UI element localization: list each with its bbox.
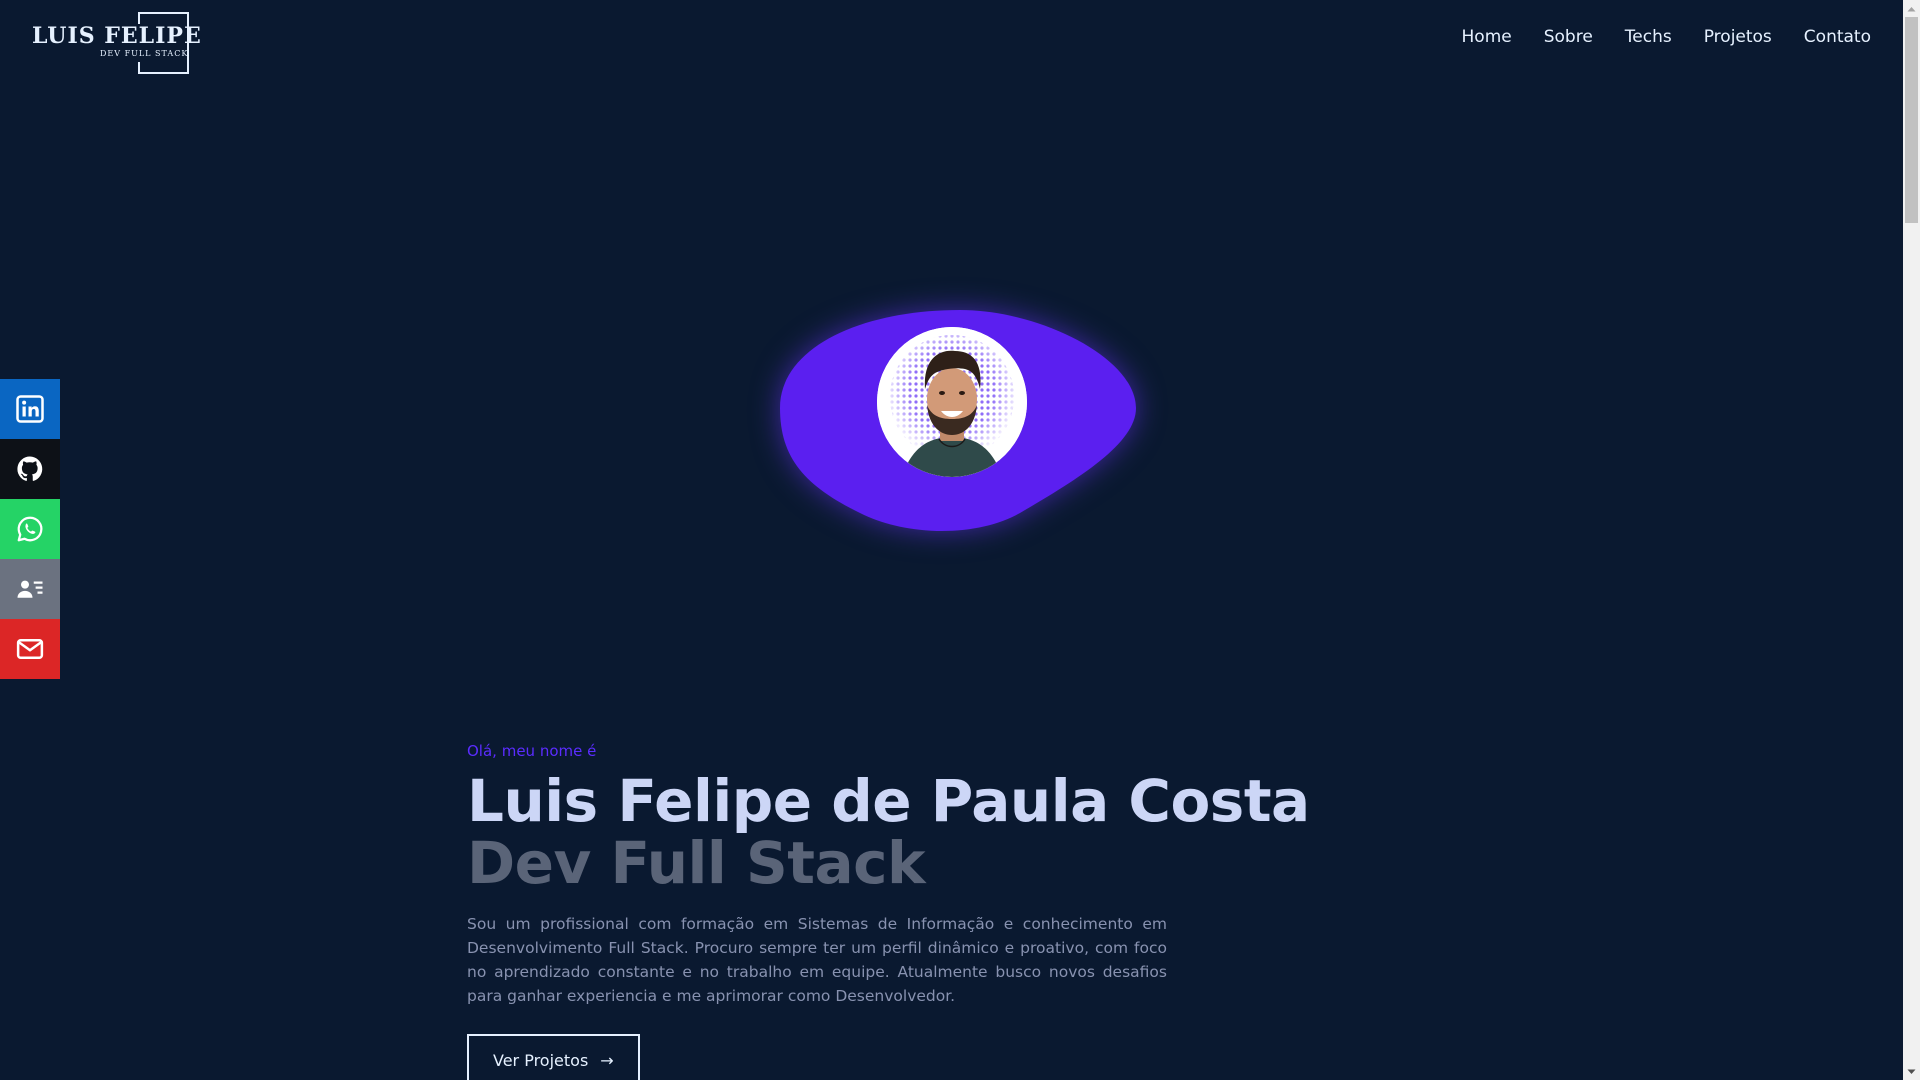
- scroll-up-icon[interactable]: [1903, 0, 1920, 17]
- hero-name: Luis Felipe de Paula Costa: [467, 767, 1310, 835]
- avatar-portrait: [877, 327, 1027, 477]
- ver-projetos-button[interactable]: Ver Projetos →: [467, 1034, 640, 1080]
- hero-intro: Olá, meu nome é Luis Felipe de Paula Cos…: [467, 742, 1310, 1080]
- logo[interactable]: LUIS FELIPE DEV FULL STACK: [32, 12, 201, 74]
- social-email[interactable]: [0, 619, 60, 679]
- scrollbar[interactable]: [1903, 0, 1920, 1080]
- contact-card-icon: [17, 580, 43, 598]
- scroll-down-icon[interactable]: [1903, 1063, 1920, 1080]
- social-github[interactable]: [0, 439, 60, 499]
- ver-projetos-label: Ver Projetos: [493, 1050, 589, 1070]
- mail-icon: [16, 639, 44, 659]
- nav-projetos[interactable]: Projetos: [1704, 27, 1772, 47]
- social-sidebar: [0, 379, 60, 679]
- hero-bio: Sou um profissional com formação em Sist…: [467, 915, 1167, 1005]
- nav-sobre[interactable]: Sobre: [1544, 27, 1593, 47]
- avatar: [877, 327, 1027, 477]
- linkedin-icon: [16, 395, 44, 423]
- hero-blob: [780, 308, 1136, 534]
- nav-contato[interactable]: Contato: [1804, 27, 1871, 47]
- github-icon: [17, 456, 43, 481]
- nav-home[interactable]: Home: [1462, 27, 1512, 47]
- whatsapp-icon: [17, 516, 43, 542]
- social-curriculo[interactable]: [0, 559, 60, 619]
- page: LUIS FELIPE DEV FULL STACK Home Sobre Te…: [0, 0, 1920, 1080]
- hero-greeting: Olá, meu nome é: [467, 742, 597, 760]
- main-nav: Home Sobre Techs Projetos Contato: [1462, 27, 1871, 47]
- scroll-thumb[interactable]: [1905, 17, 1918, 223]
- social-whatsapp[interactable]: [0, 499, 60, 559]
- logo-subtitle: DEV FULL STACK: [100, 49, 189, 58]
- nav-techs[interactable]: Techs: [1625, 27, 1672, 47]
- logo-frame: [138, 12, 189, 74]
- hero-role: Dev Full Stack: [467, 829, 926, 897]
- social-linkedin[interactable]: [0, 379, 60, 439]
- arrow-right-icon: →: [600, 1050, 614, 1070]
